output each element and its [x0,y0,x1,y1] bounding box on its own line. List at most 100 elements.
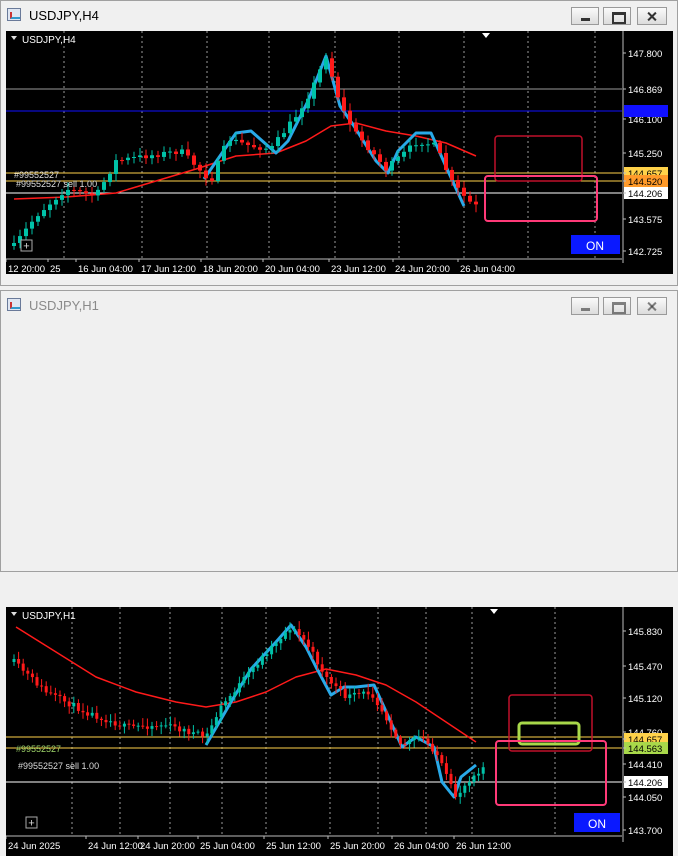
maximize-button[interactable] [603,7,631,25]
price-chart[interactable]: #99552527 #99552527 sell 1.00 USDJPY,H4 1… [6,31,673,274]
maximize-button[interactable] [603,297,631,315]
candle [357,692,361,694]
candle [324,58,328,70]
candle [260,656,264,665]
close-button[interactable] [637,297,667,315]
candle [141,725,145,727]
candle [168,151,172,153]
candle [26,670,30,674]
candle [187,728,191,735]
candle [145,726,149,729]
price-axis-label: 145.830 [628,627,662,638]
title-bar[interactable]: USDJPY,H4 [1,1,677,31]
candle [339,686,343,689]
candle [432,142,436,145]
time-axis-label: 24 Jun 20:00 [395,264,450,274]
candle [288,630,292,633]
candle [90,193,94,196]
candle [352,692,356,695]
chart-window-h1[interactable]: USDJPY,H1 #99552527 #99552527 sell 1.00 U… [0,290,678,856]
zone-box-target[interactable] [484,175,598,222]
candle [371,694,375,698]
maximize-icon [604,298,630,314]
candle [396,156,400,161]
candle [136,725,140,727]
chart-window-h4[interactable]: USDJPY,H4 #99552527 #99552527 sell 1.00 U… [0,0,678,286]
price-chart[interactable]: #99552527 #99552527 sell 1.00 USDJPY,H1 1… [6,607,673,856]
price-axis-label: 146.869 [628,85,662,96]
candle [191,732,195,735]
order-label: #99552527 sell 1.00 [18,761,99,771]
plus-icon: + [28,818,34,830]
chart-menu-icon[interactable] [11,36,17,40]
candle [283,632,287,639]
candle [76,703,80,711]
candle [81,710,85,713]
candle [54,199,58,205]
price-axis-label: 143.700 [628,826,662,837]
candle [201,731,205,737]
candle [300,108,304,118]
candle [242,677,246,684]
candle [63,696,67,702]
candle [173,724,177,727]
candle [17,659,21,664]
candle [265,654,269,657]
plus-icon: + [23,241,29,253]
candle [138,155,142,157]
zone-box-resistance[interactable] [494,135,583,182]
candle [228,141,232,146]
candle [412,737,416,741]
candle [302,635,306,640]
chart-shift-marker[interactable] [482,33,490,38]
candle [156,155,160,157]
candle [474,201,478,205]
minimize-button[interactable] [571,7,599,25]
candle [426,144,430,146]
candle [132,156,136,158]
candle [398,736,402,744]
moving-average [15,626,477,743]
candle [362,691,366,694]
candle [463,785,467,793]
candle [385,711,389,721]
candle [205,733,209,737]
candle [420,144,424,146]
chart-menu-icon[interactable] [11,612,17,616]
candle [276,137,280,147]
candle [109,721,113,723]
candle [168,724,172,726]
time-axis-label: 17 Jun 12:00 [141,264,196,274]
candle [311,646,315,652]
candle [127,723,131,725]
price-chart-canvas[interactable]: #99552527 #99552527 sell 1.00 USDJPY,H1 1… [6,607,673,856]
candle [320,664,324,672]
minimize-button[interactable] [571,297,599,315]
candle [118,725,122,727]
candle [67,701,71,707]
candle [210,178,214,181]
candle [325,671,329,677]
candle [84,191,88,194]
close-button[interactable] [637,7,667,25]
candle [481,767,485,774]
candle [354,124,358,132]
time-axis-label: 26 Jun 12:00 [456,841,511,852]
candle [288,121,292,134]
time-axis-label: 26 Jun 04:00 [460,264,515,274]
candle [155,726,159,728]
candle [270,645,274,655]
price-chart-canvas[interactable]: #99552527#99552527 sell 1.00 USDJPY,H4 1… [6,31,673,274]
price-axis-label: 144.206 [628,778,662,789]
candle [174,151,178,154]
candle [252,145,256,148]
candle [360,131,364,141]
candle [186,149,190,156]
title-bar[interactable]: USDJPY,H1 [1,291,677,321]
candle [342,97,346,111]
candle [219,705,223,718]
price-axis-label: 144.206 [628,189,662,200]
time-axis-label: 24 Jun 12:00 [88,841,143,852]
chart-shift-marker[interactable] [490,609,498,614]
candle [234,139,238,142]
